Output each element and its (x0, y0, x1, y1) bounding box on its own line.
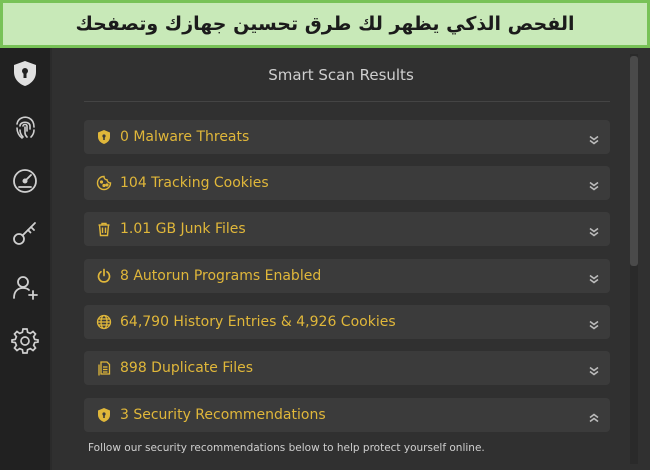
result-row-malware[interactable]: 0 Malware Threats (84, 120, 610, 154)
chevron-down-icon (588, 270, 600, 284)
result-label: 3 Security Recommendations (120, 407, 326, 423)
globe-icon (96, 314, 112, 330)
shield-icon (96, 407, 112, 423)
shield-icon (96, 129, 112, 145)
speedometer-icon (13, 169, 37, 193)
files-icon (96, 360, 112, 376)
sidebar-item-performance[interactable] (8, 164, 42, 198)
sidebar-item-settings[interactable] (8, 324, 42, 358)
result-label: 1.01 GB Junk Files (120, 221, 246, 237)
result-row-history[interactable]: 64,790 History Entries & 4,926 Cookies (84, 305, 610, 339)
add-user-icon (13, 276, 38, 300)
recommendations-note: Follow our security recommendations belo… (88, 442, 485, 454)
result-row-autorun[interactable]: 8 Autorun Programs Enabled (84, 259, 610, 293)
chevron-down-icon (588, 131, 600, 145)
sidebar-item-privacy[interactable] (8, 110, 42, 144)
sidebar-item-protection[interactable] (8, 56, 42, 90)
chevron-up-icon (588, 409, 600, 423)
key-icon (13, 222, 36, 245)
scan-results-panel: Smart Scan Results 0 Malware Threats 104… (52, 48, 650, 470)
sidebar (0, 48, 50, 470)
sidebar-item-passwords[interactable] (8, 216, 42, 250)
result-label: 104 Tracking Cookies (120, 175, 269, 191)
caption-text: الفحص الذكي يظهر لك طرق تحسين جهازك وتصف… (75, 13, 575, 35)
power-icon (96, 268, 112, 284)
fingerprint-icon (16, 116, 35, 139)
result-label: 8 Autorun Programs Enabled (120, 268, 322, 284)
sidebar-item-account[interactable] (8, 270, 42, 304)
shield-icon (14, 61, 36, 86)
page-title: Smart Scan Results (268, 66, 414, 84)
result-row-security-recommendations[interactable]: 3 Security Recommendations (84, 398, 610, 432)
trash-icon (96, 221, 112, 237)
divider (84, 101, 610, 102)
chevron-down-icon (588, 316, 600, 330)
result-label: 64,790 History Entries & 4,926 Cookies (120, 314, 396, 330)
caption-banner: الفحص الذكي يظهر لك طرق تحسين جهازك وتصف… (0, 0, 650, 48)
scrollbar-thumb[interactable] (630, 56, 638, 266)
gear-icon (11, 328, 39, 354)
chevron-down-icon (588, 223, 600, 237)
chevron-down-icon (588, 362, 600, 376)
result-row-junk-files[interactable]: 1.01 GB Junk Files (84, 212, 610, 246)
chevron-down-icon (588, 177, 600, 191)
result-row-duplicates[interactable]: 898 Duplicate Files (84, 351, 610, 385)
cookie-icon (96, 175, 112, 191)
result-label: 0 Malware Threats (120, 129, 250, 145)
result-label: 898 Duplicate Files (120, 360, 254, 376)
result-row-cookies[interactable]: 104 Tracking Cookies (84, 166, 610, 200)
